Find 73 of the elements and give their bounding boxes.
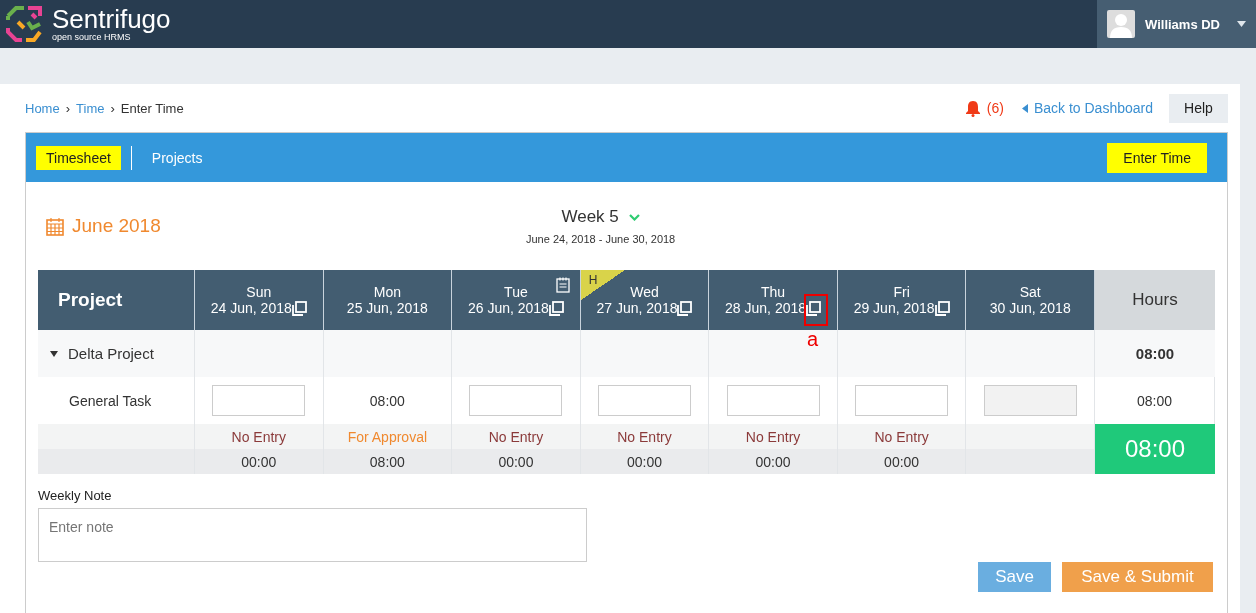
day-name: Thu (761, 284, 786, 300)
day-date: 25 Jun, 2018 (346, 300, 428, 316)
day-name: Mon (373, 284, 401, 300)
table-cell: 00:00 (709, 449, 838, 474)
week-title: Week 5 (561, 207, 619, 227)
enter-time-button[interactable]: Enter Time (1107, 142, 1207, 173)
help-button[interactable]: Help (1169, 93, 1228, 123)
breadcrumb-current: Enter Time (120, 100, 184, 116)
table-cell: No Entry (580, 424, 710, 449)
day-date: 27 Jun, 2018 (596, 300, 678, 316)
table-cell: 00:00 (580, 449, 710, 474)
day-name: Wed (630, 284, 659, 300)
table-cell: No Entry (195, 424, 324, 449)
hours-input[interactable] (598, 385, 691, 416)
caret-icon (1237, 21, 1246, 27)
breadcrumb-link[interactable]: Home (25, 100, 60, 116)
annotation-label: a (807, 328, 819, 349)
hours-input[interactable] (212, 385, 306, 416)
copy-icon[interactable] (806, 300, 822, 316)
user-menu[interactable]: Williams DD (1097, 0, 1256, 48)
tab[interactable]: Timesheet (36, 145, 121, 170)
breadcrumb-separator: › (110, 100, 115, 116)
table-cell: No Entry (709, 424, 838, 449)
holiday-marker: H (580, 270, 625, 300)
day-name: Sun (246, 284, 272, 300)
table-cell: 08:00 (1095, 330, 1215, 377)
hours-input[interactable] (726, 385, 820, 416)
back-link[interactable]: Back to Dashboard (1021, 100, 1153, 116)
breadcrumb-link[interactable]: Time (76, 100, 105, 116)
day-date: 24 Jun, 2018 (210, 300, 292, 316)
table-cell: 00:00 (837, 449, 967, 474)
copy-icon[interactable] (548, 300, 564, 316)
breadcrumb-separator: › (65, 100, 71, 116)
day-name: Sat (1019, 284, 1041, 300)
save-submit-button[interactable]: Save & Submit (1062, 562, 1213, 592)
annotation-box (804, 293, 829, 326)
caret-icon (1021, 103, 1028, 113)
notepad-icon[interactable] (555, 277, 570, 293)
tab[interactable]: Projects (141, 145, 213, 170)
day-date: 29 Jun, 2018 (853, 300, 935, 316)
save-button[interactable]: Save (978, 562, 1051, 592)
table-cell: 08:00 (323, 449, 453, 474)
notification-count[interactable]: (6) (986, 100, 1004, 116)
brand-name: Sentrifugo (52, 6, 171, 32)
day-name: Tue (504, 284, 528, 300)
header-cell: Project (38, 270, 195, 330)
day-name: Fri (893, 284, 910, 300)
bell-icon[interactable] (964, 99, 981, 117)
copy-icon[interactable] (677, 300, 693, 316)
logo-icon (4, 4, 44, 44)
project-name: Delta Project (68, 345, 154, 362)
table-cell: 00:00 (452, 449, 581, 474)
table-cell: No Entry (837, 424, 967, 449)
month-title: June 2018 (72, 215, 161, 237)
hours-input[interactable] (469, 385, 563, 416)
day-date: 26 Jun, 2018 (467, 300, 549, 316)
week-range: June 24, 2018 - June 30, 2018 (526, 233, 676, 245)
hours-input[interactable] (855, 385, 949, 416)
day-date: 30 Jun, 2018 (989, 300, 1071, 316)
header-cell: Hours (1095, 270, 1215, 330)
weekly-note-label: Weekly Note (38, 488, 113, 503)
avatar-icon (1107, 10, 1135, 38)
copy-icon[interactable] (291, 300, 307, 316)
collapse-icon[interactable] (50, 350, 58, 357)
table-cell: 00:00 (195, 449, 324, 474)
table-cell: No Entry (452, 424, 581, 449)
weekly-note-field[interactable]: Enter note (38, 508, 587, 562)
table-cell: 08:00 (369, 392, 405, 409)
grand-total: 08:00 (1095, 424, 1215, 474)
calendar-icon (46, 216, 64, 236)
table-cell: For Approval (323, 424, 453, 449)
copy-icon[interactable] (934, 300, 950, 316)
brand-tagline: open source HRMS (52, 32, 131, 42)
